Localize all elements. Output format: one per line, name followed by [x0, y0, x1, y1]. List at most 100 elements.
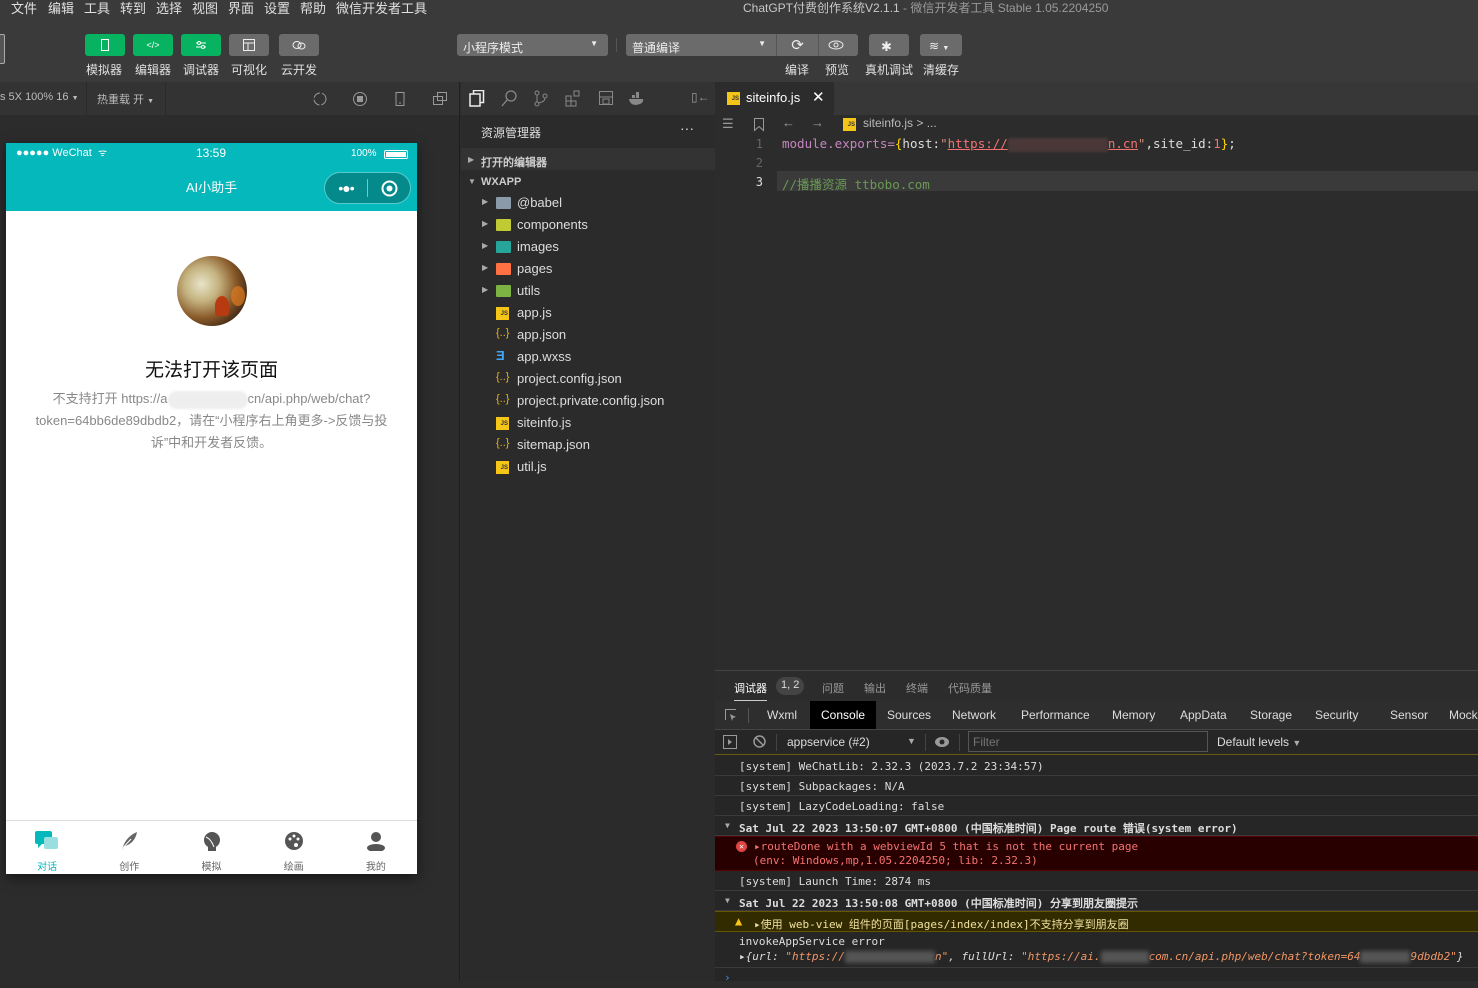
tree-item-images[interactable]: ▶ images [461, 236, 715, 258]
menu-view[interactable]: 视图 [192, 0, 218, 17]
menu-tools[interactable]: 工具 [84, 0, 110, 17]
tree-item-util-js[interactable]: JS util.js [461, 456, 715, 478]
breadcrumb[interactable]: siteinfo.js > ... [863, 116, 937, 130]
tree-item-app-json[interactable]: {..} app.json [461, 324, 715, 346]
tab-create[interactable]: 创作 [88, 821, 170, 874]
console-object-row[interactable]: invokeAppService error ▸{url: "https:// n… [715, 932, 1478, 968]
debugger-toggle-button[interactable] [181, 34, 221, 56]
detach-window-icon[interactable] [432, 91, 448, 107]
outline-icon[interactable]: ☰ [722, 116, 734, 132]
menu-edit[interactable]: 编辑 [48, 0, 74, 17]
device-select[interactable]: s 5X 100% 16 ▼ [0, 91, 79, 103]
file-explorer: 资源管理器 ··· ▶ 打开的编辑器 ▼ WXAPP ▶ @babel ▶ compon… [461, 115, 715, 981]
back-arrow-icon[interactable]: ← [782, 115, 795, 130]
devtab-sensor[interactable]: Sensor [1390, 701, 1428, 729]
log-object: ▸{url: "https:// n", fullUrl: "https://ai… [739, 950, 1463, 963]
search-icon[interactable] [501, 90, 517, 107]
devtab-console[interactable]: Console [810, 701, 877, 729]
more-button[interactable]: •●• [325, 180, 367, 196]
tree-item-components[interactable]: ▶ components [461, 214, 715, 236]
inspect-element-icon[interactable] [724, 708, 738, 722]
console-error-row[interactable]: ✕ ▸routeDone with a webviewId 5 that is … [715, 836, 1478, 871]
close-tab-icon[interactable]: ✕ [812, 88, 825, 106]
remote-debug-button[interactable]: ✱ [869, 34, 909, 56]
tree-item-app-js[interactable]: JS app.js [461, 302, 715, 324]
tab-terminal[interactable]: 终端 [906, 680, 928, 696]
visual-toggle-button[interactable] [229, 34, 269, 56]
open-editors-section[interactable]: ▶ 打开的编辑器 [461, 148, 715, 170]
extensions-icon[interactable] [565, 90, 581, 107]
tree-item-project-private-config[interactable]: {..} project.private.config.json [461, 390, 715, 412]
console-filter-input[interactable] [968, 731, 1208, 752]
menu-file[interactable]: 文件 [11, 0, 37, 17]
rotate-icon[interactable] [312, 91, 328, 107]
docker-icon[interactable] [628, 92, 646, 106]
forward-arrow-icon[interactable]: → [811, 115, 824, 130]
tree-item-sitemap-json[interactable]: {..} sitemap.json [461, 434, 715, 456]
tab-chat[interactable]: 对话 [6, 821, 88, 874]
tab-code-quality[interactable]: 代码质量 [948, 680, 992, 696]
compile-button[interactable]: ⟳ [776, 34, 818, 56]
console-group-header[interactable]: Sat Jul 22 2023 13:50:08 GMT+0800 (中国标准时… [715, 891, 1478, 911]
editor-toggle-button[interactable]: </> [133, 34, 173, 56]
console-warning-row[interactable]: ▲ ▸使用 web-view 组件的页面[pages/index/index]不… [715, 911, 1478, 932]
save-icon[interactable] [598, 90, 614, 107]
clear-console-icon[interactable] [753, 735, 766, 748]
user-avatar[interactable] [0, 34, 5, 64]
tab-draw[interactable]: 绘画 [253, 821, 335, 874]
cloud-dev-button[interactable] [279, 34, 319, 56]
tree-item-siteinfo-js[interactable]: JS siteinfo.js [461, 412, 715, 434]
tree-item-pages[interactable]: ▶ pages [461, 258, 715, 280]
clear-cache-button[interactable]: ≋ ▼ [920, 34, 962, 56]
devtab-memory[interactable]: Memory [1112, 701, 1155, 729]
simulator-toggle-button[interactable] [85, 34, 125, 56]
context-select[interactable]: appservice (#2) [787, 735, 870, 749]
palette-icon [284, 832, 303, 850]
device-icon[interactable] [392, 91, 408, 107]
record-icon[interactable] [352, 91, 368, 107]
tab-me[interactable]: 我的 [335, 821, 417, 874]
hot-reload-select[interactable]: 热重载 开 ▼ [97, 91, 154, 107]
tree-item-project-config[interactable]: {..} project.config.json [461, 368, 715, 390]
devtab-network[interactable]: Network [952, 701, 996, 729]
tab-debugger[interactable]: 调试器 [734, 680, 767, 701]
menu-wechat-devtools[interactable]: 微信开发者工具 [336, 0, 427, 17]
devtab-storage[interactable]: Storage [1250, 701, 1292, 729]
console-log-list: [system] WeChatLib: 2.32.3 (2023.7.2 23:… [715, 756, 1478, 988]
bookmark-icon[interactable] [753, 117, 765, 132]
menu-help[interactable]: 帮助 [300, 0, 326, 17]
menu-select[interactable]: 选择 [156, 0, 182, 17]
sidebar-toggle-icon[interactable] [723, 735, 737, 749]
menu-settings[interactable]: 设置 [264, 0, 290, 17]
tree-item-utils[interactable]: ▶ utils [461, 280, 715, 302]
tab-problems[interactable]: 问题 [822, 680, 844, 696]
log-levels-select[interactable]: Default levels ▼ [1217, 735, 1301, 749]
devtab-security[interactable]: Security [1315, 701, 1358, 729]
project-section[interactable]: ▼ WXAPP [461, 170, 715, 192]
mode-select[interactable]: 小程序模式 ▼ [457, 34, 608, 56]
code-editor[interactable]: ☰ ← → JS siteinfo.js > ... 1 2 3 module.… [715, 115, 1478, 670]
files-icon[interactable] [469, 90, 485, 107]
hot-reload-value: 热重载 开 [97, 94, 145, 106]
more-actions-button[interactable]: ··· [680, 120, 694, 136]
devtab-appdata[interactable]: AppData [1180, 701, 1227, 729]
tab-simulate[interactable]: 模拟 [170, 821, 252, 874]
source-control-icon[interactable] [533, 90, 549, 107]
editor-tab-siteinfo[interactable]: JS siteinfo.js ✕ [715, 82, 834, 115]
collapse-panel-icon[interactable]: ▯← [691, 90, 710, 104]
devtab-mock[interactable]: Mock [1449, 701, 1478, 729]
preview-button[interactable] [818, 34, 858, 56]
menu-interface[interactable]: 界面 [228, 0, 254, 17]
tree-item-babel[interactable]: ▶ @babel [461, 192, 715, 214]
close-miniprogram-button[interactable] [368, 180, 410, 197]
devtab-wxml[interactable]: Wxml [767, 701, 797, 729]
devtab-performance[interactable]: Performance [1021, 701, 1090, 729]
tree-item-app-wxss[interactable]: Ǝapp.wxss [461, 346, 715, 368]
devtab-sources[interactable]: Sources [887, 701, 931, 729]
console-prompt[interactable]: › [715, 968, 1478, 988]
tab-output[interactable]: 输出 [864, 680, 886, 696]
eye-icon[interactable] [934, 735, 950, 749]
console-group-header[interactable]: Sat Jul 22 2023 13:50:07 GMT+0800 (中国标准时… [715, 816, 1478, 836]
compile-mode-select[interactable]: 普通编译 ▼ [626, 34, 776, 56]
menu-goto[interactable]: 转到 [120, 0, 146, 17]
